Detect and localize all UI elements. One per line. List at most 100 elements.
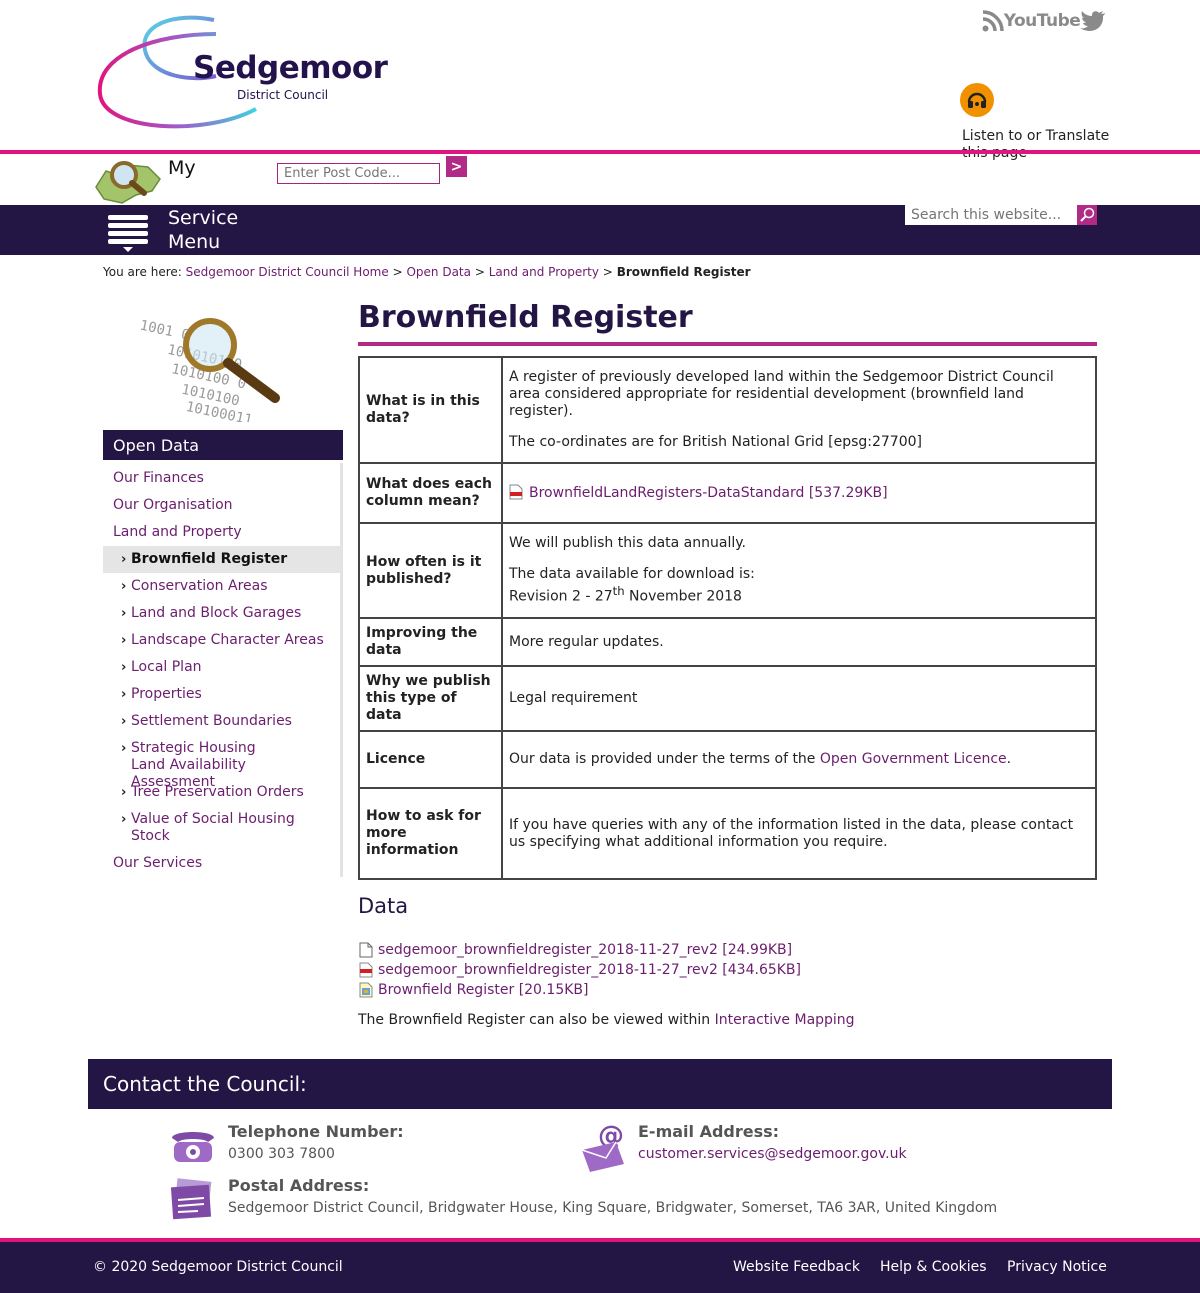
data-standard-link[interactable]: BrownfieldLandRegisters-DataStandard [53… <box>529 485 888 501</box>
pdf-icon <box>359 962 373 978</box>
sidebar-item-label: Landscape Character Areas <box>131 632 324 648</box>
sidebar-item-properties[interactable]: › Properties <box>103 686 340 703</box>
sidebar-item-social-housing[interactable]: › Value of Social Housing Stock <box>103 811 340 845</box>
footer-link-feedback[interactable]: Website Feedback <box>733 1259 860 1275</box>
sidebar-item-label: Land and Block Garages <box>131 605 302 621</box>
table-row: What does each column mean? BrownfieldLa… <box>358 462 1097 524</box>
sidebar-item-land-block-garages[interactable]: › Land and Block Garages <box>103 605 340 622</box>
sidebar-item-label: Tree Preservation Orders <box>131 784 304 800</box>
data-heading: Data <box>358 894 409 918</box>
sidebar-item-label: Brownfield Register <box>131 551 288 567</box>
sidebar-item-label: Value of Social Housing Stock <box>131 811 295 844</box>
row-value: Our data is provided under the terms of … <box>501 730 1097 789</box>
footer-link-privacy[interactable]: Privacy Notice <box>1007 1259 1107 1275</box>
chevron-right-icon: › <box>121 660 127 675</box>
site-logo[interactable]: Sedgemoor District Council <box>96 14 388 136</box>
row-value: More regular updates. <box>501 617 1097 667</box>
map-file-icon <box>359 982 373 998</box>
breadcrumb-home[interactable]: Sedgemoor District Council Home <box>186 265 389 279</box>
row-value: Legal requirement <box>501 665 1097 732</box>
sidebar-item-land-and-property[interactable]: Land and Property <box>103 524 340 541</box>
info-table: What is in this data? A register of prev… <box>358 356 1097 880</box>
breadcrumb-sep: > <box>602 265 613 279</box>
postcode-input[interactable] <box>277 163 440 184</box>
sidebar-heading[interactable]: Open Data <box>103 430 343 460</box>
chevron-right-icon: › <box>121 785 127 800</box>
sidebar-item-local-plan[interactable]: › Local Plan <box>103 659 340 676</box>
sidebar-menu: Our Finances Our Organisation Land and P… <box>103 463 343 877</box>
chevron-right-icon: › <box>121 552 127 567</box>
twitter-icon[interactable] <box>1078 8 1108 34</box>
rss-icon[interactable] <box>980 8 1006 34</box>
hamburger-menu-icon[interactable] <box>105 209 151 253</box>
sidebar-item-our-finances[interactable]: Our Finances <box>103 470 340 487</box>
row-text: The data available for download is: <box>509 566 755 583</box>
row-key: Improving the data <box>358 617 503 667</box>
sidebar-item-settlement-boundaries[interactable]: › Settlement Boundaries <box>103 713 340 730</box>
chevron-right-icon: › <box>121 812 127 827</box>
interactive-mapping-text: The Brownfield Register can also be view… <box>358 1012 855 1028</box>
email-link[interactable]: customer.services@sedgemoor.gov.uk <box>638 1146 907 1162</box>
sidebar-item-conservation-areas[interactable]: › Conservation Areas <box>103 578 340 595</box>
postcode-submit-button[interactable]: > <box>446 156 467 177</box>
chevron-right-icon: › <box>121 579 127 594</box>
row-key: Licence <box>358 730 503 789</box>
site-search-input[interactable] <box>905 205 1077 225</box>
row-value: A register of previously developed land … <box>501 356 1097 464</box>
breadcrumb-sep: > <box>474 265 485 279</box>
phone-number: 0300 303 7800 <box>228 1146 335 1162</box>
table-row: Improving the data More regular updates. <box>358 617 1097 667</box>
also-text: The Brownfield Register can also be view… <box>358 1012 715 1028</box>
revision-sup: th <box>612 584 625 599</box>
breadcrumb-prefix: You are here: <box>103 265 182 279</box>
chevron-right-icon: › <box>121 741 127 756</box>
revision-prefix: Revision 2 - 27 <box>509 588 613 605</box>
row-text: We will publish this data annually. <box>509 535 746 552</box>
revision-text: Revision 2 - 27th November 2018 <box>509 583 1089 606</box>
postal-address: Sedgemoor District Council, Bridgwater H… <box>228 1200 998 1216</box>
binary-magnifier-image: 1001 0 101010100 1010100 0 1010100 10100… <box>125 318 325 429</box>
row-text: A register of previously developed land … <box>509 369 1054 419</box>
chevron-right-icon: › <box>121 687 127 702</box>
svg-text:1001 0: 1001 0 <box>138 318 191 344</box>
sidebar-item-label: Strategic Housing Land Availability Asse… <box>131 740 256 790</box>
sidebar-item-label: Settlement Boundaries <box>131 713 292 729</box>
my-area-label: My <box>168 157 196 179</box>
postal-icon <box>168 1178 218 1228</box>
row-value: If you have queries with any of the info… <box>501 787 1097 880</box>
footer-link-help-cookies[interactable]: Help & Cookies <box>880 1259 987 1275</box>
contact-heading: Contact the Council: <box>88 1059 1112 1109</box>
csv-download-link[interactable]: sedgemoor_brownfieldregister_2018-11-27_… <box>378 940 792 960</box>
page-title: Brownfield Register <box>358 300 693 335</box>
my-area-bar: My > <box>0 154 1200 205</box>
postal-label: Postal Address: <box>228 1176 370 1195</box>
list-item: Brownfield Register [20.15KB] <box>358 980 801 1000</box>
interactive-mapping-link[interactable]: Interactive Mapping <box>715 1012 855 1028</box>
copyright: © 2020 Sedgemoor District Council <box>93 1259 343 1275</box>
sidebar-item-tree-preservation[interactable]: › Tree Preservation Orders <box>103 784 340 801</box>
breadcrumb-land-property[interactable]: Land and Property <box>489 265 599 279</box>
row-key: What does each column mean? <box>358 462 503 524</box>
sidebar-item-landscape-character[interactable]: › Landscape Character Areas <box>103 632 340 649</box>
ogl-link[interactable]: Open Government Licence <box>820 751 1007 767</box>
breadcrumb: You are here: Sedgemoor District Council… <box>103 265 751 279</box>
sidebar-item-brownfield-register[interactable]: › Brownfield Register <box>103 546 340 573</box>
chevron-right-icon: › <box>121 606 127 621</box>
listen-headphones-icon[interactable] <box>960 83 994 117</box>
service-menu-label[interactable]: Service Menu <box>168 206 258 254</box>
youtube-icon[interactable]: YouTube <box>1004 8 1081 34</box>
sidebar-item-our-organisation[interactable]: Our Organisation <box>103 497 340 514</box>
breadcrumb-current: Brownfield Register <box>616 265 751 279</box>
breadcrumb-open-data[interactable]: Open Data <box>406 265 471 279</box>
map-download-link[interactable]: Brownfield Register [20.15KB] <box>378 980 588 1000</box>
row-value: BrownfieldLandRegisters-DataStandard [53… <box>501 462 1097 524</box>
youtube-label: YouTube <box>1003 11 1081 31</box>
sidebar-item-our-services[interactable]: Our Services <box>103 855 340 872</box>
logo-subtitle: District Council <box>237 88 329 102</box>
title-underline <box>358 342 1097 346</box>
search-icon[interactable] <box>1077 205 1097 225</box>
breadcrumb-sep: > <box>392 265 403 279</box>
row-key: How to ask for more information <box>358 787 503 880</box>
main-nav: Service Menu <box>0 205 1200 255</box>
pdf-download-link[interactable]: sedgemoor_brownfieldregister_2018-11-27_… <box>378 960 801 980</box>
